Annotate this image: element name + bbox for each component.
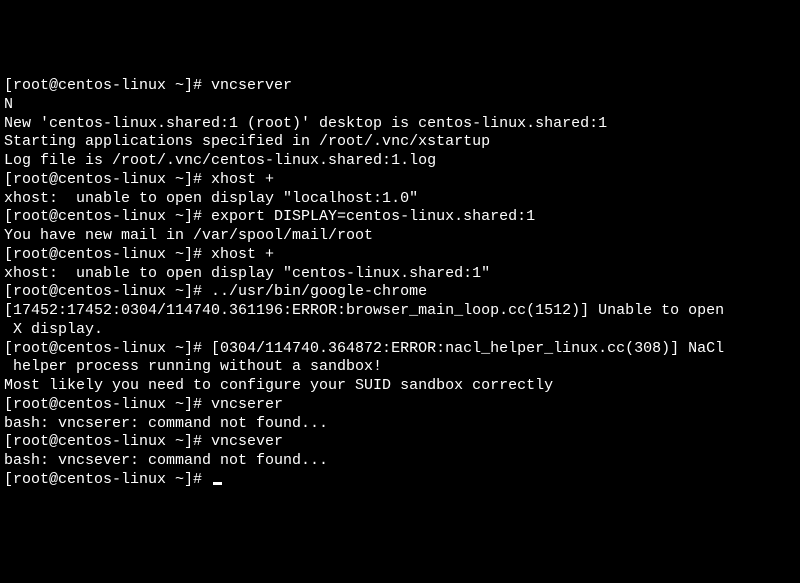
terminal-line: [root@centos-linux ~]# export DISPLAY=ce… [4, 208, 796, 227]
terminal-line: [root@centos-linux ~]# vncsever [4, 433, 796, 452]
terminal-line: [root@centos-linux ~]# [0304/114740.3648… [4, 340, 796, 359]
terminal-line: Log file is /root/.vnc/centos-linux.shar… [4, 152, 796, 171]
terminal-line: N [4, 96, 796, 115]
terminal-line: [17452:17452:0304/114740.361196:ERROR:br… [4, 302, 796, 321]
terminal-line: bash: vncsever: command not found... [4, 452, 796, 471]
terminal-line: [root@centos-linux ~]# xhost + [4, 171, 796, 190]
terminal-line: You have new mail in /var/spool/mail/roo… [4, 227, 796, 246]
terminal-line: [root@centos-linux ~]# xhost + [4, 246, 796, 265]
terminal-line: New 'centos-linux.shared:1 (root)' deskt… [4, 115, 796, 134]
terminal-line: xhost: unable to open display "centos-li… [4, 265, 796, 284]
terminal-line: bash: vncserer: command not found... [4, 415, 796, 434]
terminal-line: [root@centos-linux ~]# [4, 471, 796, 490]
terminal-line: xhost: unable to open display "localhost… [4, 190, 796, 209]
terminal-line: [root@centos-linux ~]# ../usr/bin/google… [4, 283, 796, 302]
terminal-line: Most likely you need to configure your S… [4, 377, 796, 396]
cursor-icon [213, 482, 222, 485]
terminal-line: [root@centos-linux ~]# vncserer [4, 396, 796, 415]
terminal-line: [root@centos-linux ~]# vncserver [4, 77, 796, 96]
terminal-line: helper process running without a sandbox… [4, 358, 796, 377]
terminal-output[interactable]: [root@centos-linux ~]# vncserverNNew 'ce… [4, 77, 796, 490]
terminal-line: X display. [4, 321, 796, 340]
terminal-line: Starting applications specified in /root… [4, 133, 796, 152]
